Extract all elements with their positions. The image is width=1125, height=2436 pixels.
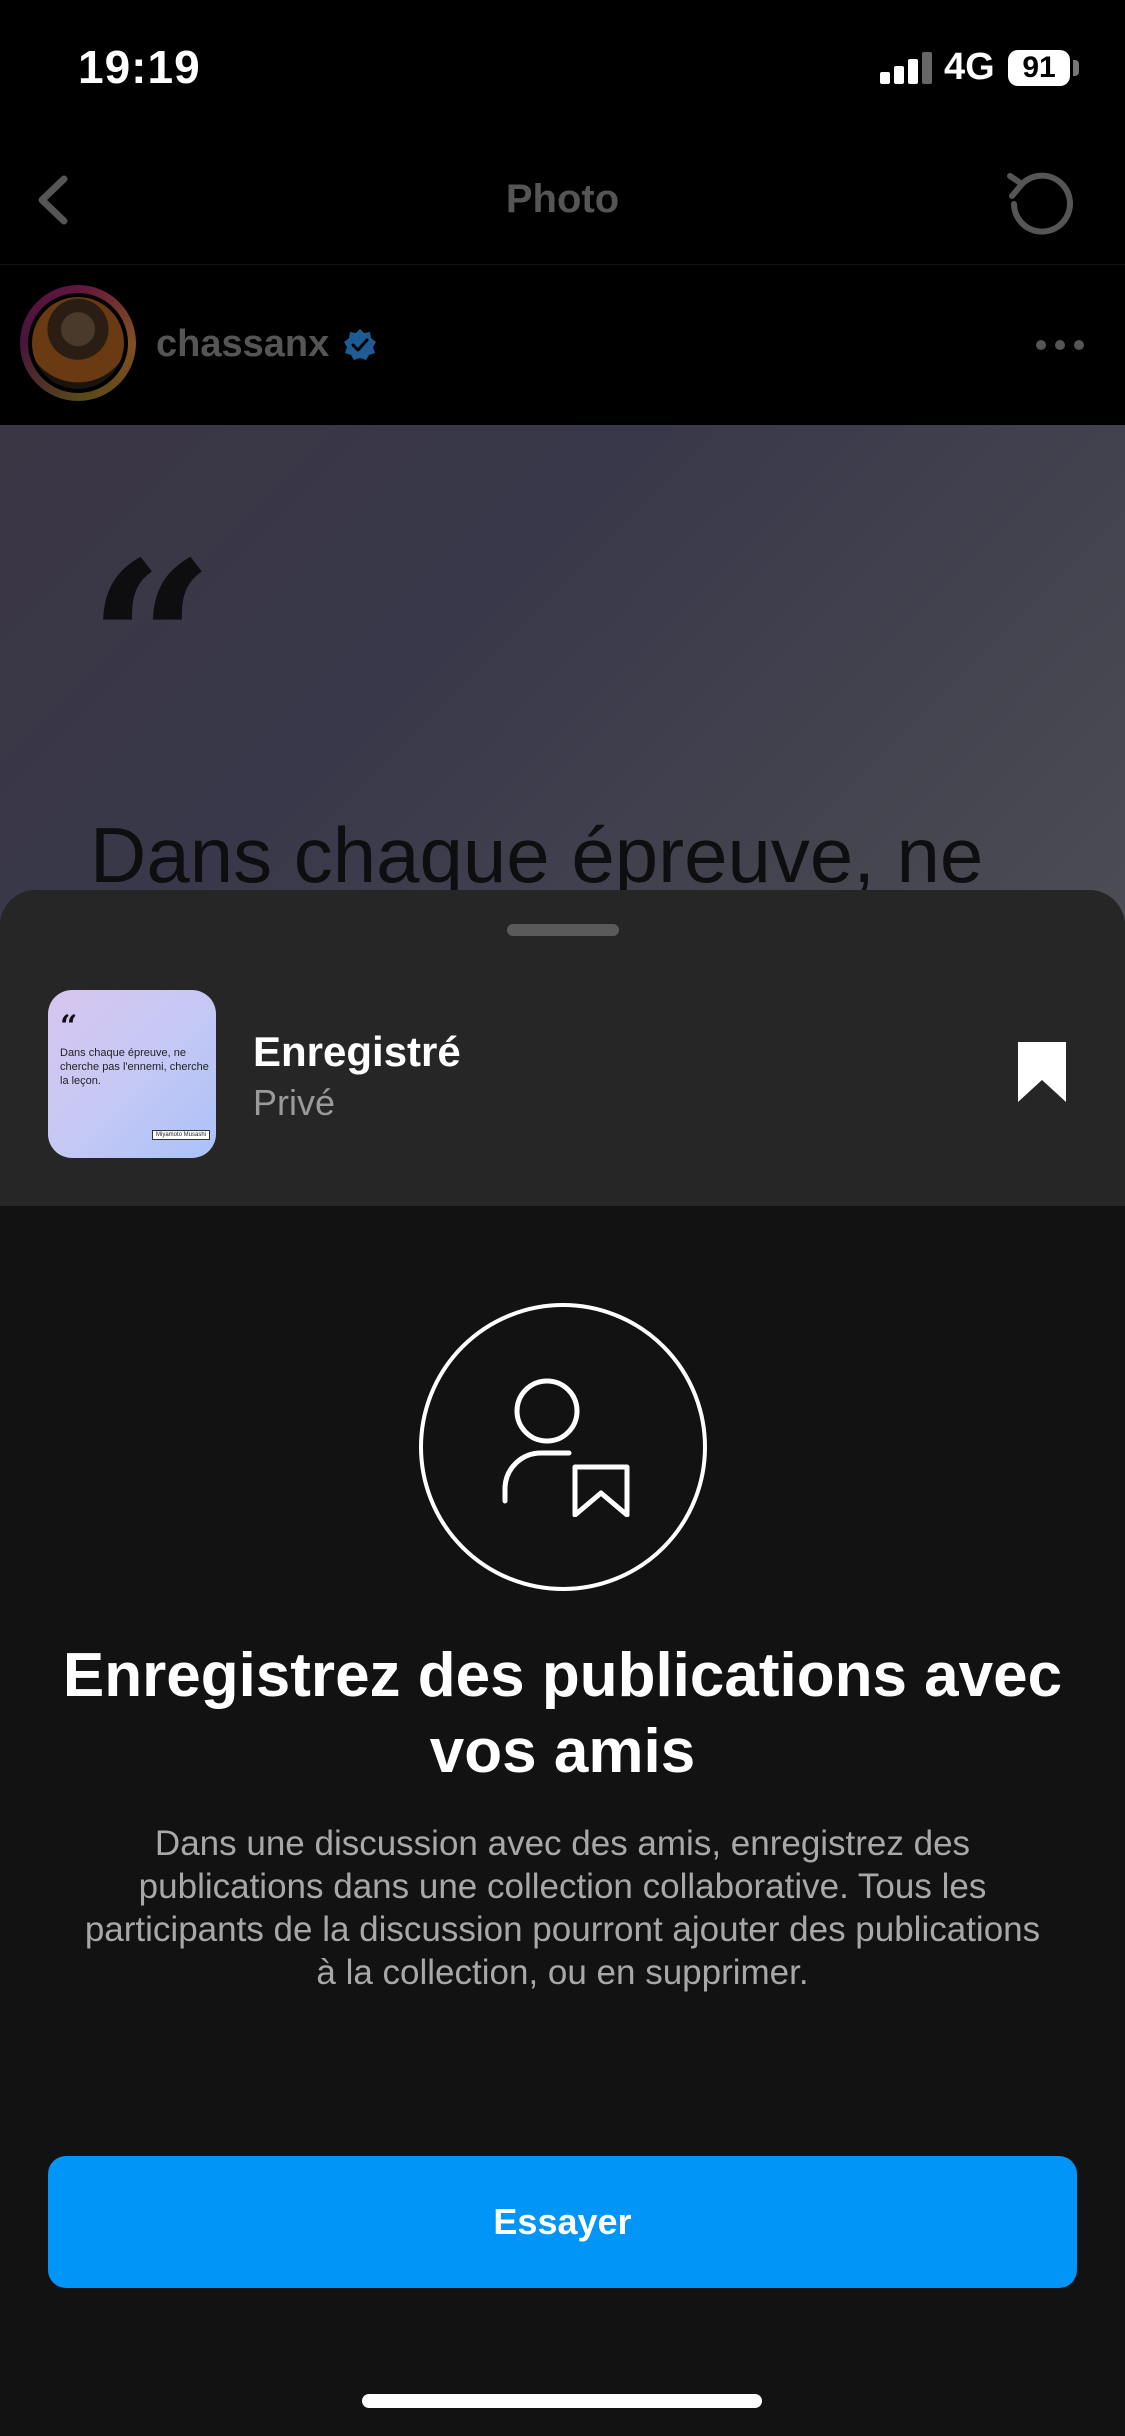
saved-title: Enregistré [253, 1028, 461, 1075]
sheet-grabber[interactable] [507, 924, 619, 936]
quote-mark: “ [88, 513, 215, 772]
bookmark-filled-icon [1018, 1042, 1066, 1102]
person-bookmark-icon [502, 1378, 630, 1517]
verified-badge-icon [344, 329, 376, 360]
bookmark-button[interactable] [1012, 1040, 1072, 1106]
saved-privacy-label: Privé [253, 1082, 336, 1123]
try-button[interactable]: Essayer [48, 2156, 1077, 2288]
username[interactable]: chassanx [156, 323, 329, 366]
promo-description: Dans une discussion avec des amis, enreg… [84, 1824, 1041, 1992]
status-time: 19:19 [78, 41, 201, 93]
more-options-button[interactable] [1030, 329, 1090, 359]
battery-icon: 91 [1008, 50, 1070, 86]
save-bottom-sheet: “ Dans chaque épreuve, ne cherche pas l'… [0, 890, 1125, 2436]
saved-collection-row[interactable]: “ Dans chaque épreuve, ne cherche pas l'… [0, 890, 1125, 1206]
nav-header: Photo [0, 135, 1125, 265]
refresh-icon [1007, 172, 1073, 235]
battery-tip [1073, 60, 1079, 76]
refresh-button[interactable] [1000, 160, 1080, 240]
thumbnail-quote-mark: “ [60, 1009, 78, 1044]
quote-text: Dans chaque épreuve, ne [90, 811, 984, 899]
status-bar: 19:19 4G 91 [0, 0, 1125, 135]
thumbnail-author-tag: Miyamoto Musashi [151, 1130, 210, 1140]
page-title: Photo [505, 177, 620, 221]
signal-icon [880, 52, 934, 84]
collab-collection-illustration [419, 1303, 707, 1591]
thumbnail-quote-text: Dans chaque épreuve, ne cherche pas l'en… [60, 1047, 209, 1087]
promo-title: Enregistrez des publications avec vos am… [62, 1641, 1063, 1786]
home-indicator[interactable] [362, 2394, 762, 2408]
network-label: 4G [944, 46, 995, 88]
post-author-row: chassanx [0, 265, 1125, 425]
saved-post-thumbnail: “ Dans chaque épreuve, ne cherche pas l'… [48, 990, 216, 1158]
avatar[interactable] [28, 293, 128, 393]
post-image[interactable]: “ Dans chaque épreuve, ne [0, 425, 1125, 925]
